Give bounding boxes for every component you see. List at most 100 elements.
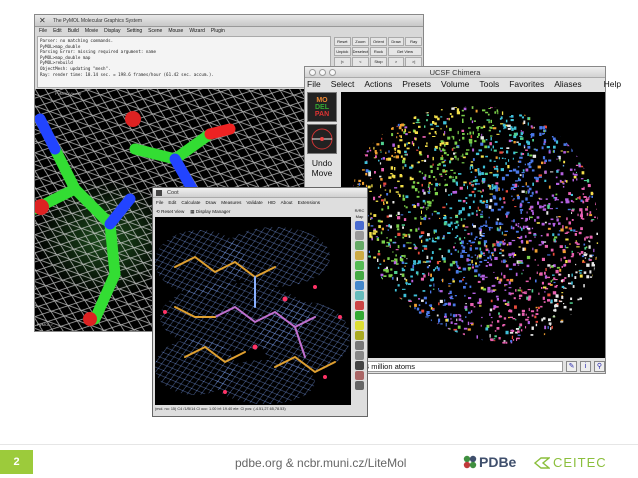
coot-titlebar: Coot	[153, 188, 367, 198]
source-credit: pdbe.org & ncbr.muni.cz/LiteMol	[235, 456, 407, 470]
undo-move-button[interactable]: Undo Move	[307, 156, 337, 178]
magnify-icon[interactable]: ⚲	[594, 360, 605, 372]
coot-menu-hid[interactable]: HID	[268, 198, 276, 207]
coot-density-render	[155, 217, 351, 405]
refine-tool-icon[interactable]	[355, 221, 364, 230]
pymol-menu-display[interactable]: Display	[104, 27, 120, 36]
coot-menu-draw[interactable]: Draw	[205, 198, 216, 207]
regularize-tool-icon[interactable]	[355, 231, 364, 240]
undo-label: Undo	[311, 158, 333, 168]
coot-title: Coot	[167, 190, 179, 196]
pdbe-logo-icon	[463, 455, 477, 469]
pymol-titlebar: ✕ The PyMOL Molecular Graphics System	[35, 15, 423, 27]
add-residue-tool-icon[interactable]	[355, 271, 364, 280]
coot-menu-calculate[interactable]: Calculate	[181, 198, 200, 207]
draw-button[interactable]: Draw	[387, 37, 405, 47]
console-line: Ray: render time: 18.14 sec. = 198.6 fra…	[40, 71, 214, 77]
pymol-menu-movie[interactable]: Movie	[85, 27, 98, 36]
chimera-menubar: File Select Actions Presets Volume Tools…	[305, 78, 621, 91]
map-label: Map	[355, 214, 364, 219]
deselect-button[interactable]: Deselect	[351, 47, 370, 57]
zoom-button[interactable]: Zoom	[351, 37, 370, 47]
display-manager-label: Display Manager	[195, 209, 231, 214]
chimera-3d-viewport[interactable]	[341, 92, 605, 358]
sphere-tool-icon[interactable]	[355, 341, 364, 350]
radiation-tool-icon[interactable]	[355, 331, 364, 340]
reset-view-label: Reset View	[161, 209, 185, 214]
command-line-icon[interactable]: ✎	[566, 360, 577, 372]
chimera-title: UCSF Chimera	[429, 68, 481, 77]
info-icon[interactable]: i	[580, 360, 591, 372]
pymol-menubar: File Edit Build Movie Display Setting Sc…	[35, 27, 333, 36]
coot-statusbar: (mol. no: 15) C4 /1/B/14 Cl occ: 1.00 bf…	[155, 407, 286, 411]
chimera-menu-help[interactable]: Help	[604, 78, 621, 91]
coot-menu-file[interactable]: File	[156, 198, 163, 207]
ceitec-logo-icon	[534, 456, 550, 469]
mutate-tool-icon[interactable]	[355, 261, 364, 270]
brush-tool-icon[interactable]	[355, 351, 364, 360]
delete-tool-icon[interactable]	[355, 361, 364, 370]
chimera-menu-volume[interactable]: Volume	[441, 78, 469, 91]
chimera-menu-aliases[interactable]: Aliases	[554, 78, 581, 91]
pymol-menu-plugin[interactable]: Plugin	[211, 27, 225, 36]
chimera-menu-select[interactable]: Select	[331, 78, 355, 91]
zoom-window-icon[interactable]	[329, 69, 336, 76]
eraser-tool-icon[interactable]	[355, 371, 364, 380]
modeller-letters-pan: PAN	[314, 110, 330, 118]
structure-tool-button[interactable]	[307, 124, 337, 154]
modeller-tool-button[interactable]: MO DEL PAN	[307, 92, 337, 122]
rotate-tool-icon[interactable]	[355, 241, 364, 250]
water-tool-icon[interactable]	[355, 301, 364, 310]
chimera-menu-tools[interactable]: Tools	[479, 78, 499, 91]
pymol-menu-mouse[interactable]: Mouse	[168, 27, 183, 36]
get-view-button[interactable]: Get View	[387, 47, 422, 57]
pymol-console[interactable]: Parser: no matching commands. PyMOL>map_…	[37, 36, 331, 88]
pdbe-logo: PDBe	[463, 454, 516, 470]
pymol-menu-file[interactable]: File	[39, 27, 47, 36]
display-manager-button[interactable]: ▦ Display Manager	[190, 207, 230, 217]
fit-tool-icon[interactable]	[355, 251, 364, 260]
pymol-menu-wizard[interactable]: Wizard	[189, 27, 205, 36]
coot-menu-validate[interactable]: Validate	[246, 198, 262, 207]
minimize-window-icon[interactable]	[319, 69, 326, 76]
pymol-viewer-label: PyMOL Viewer	[55, 91, 82, 96]
pdbe-logo-text: PDBe	[479, 454, 517, 470]
ray-button[interactable]: Ray	[405, 37, 422, 47]
footer-divider	[0, 444, 638, 445]
coot-toolbar: ⟲ Reset View ▦ Display Manager	[153, 207, 367, 217]
coot-menu-about[interactable]: About	[281, 198, 293, 207]
orient-button[interactable]: Orient	[370, 37, 387, 47]
pymol-menu-setting[interactable]: Setting	[127, 27, 143, 36]
pymol-menu-edit[interactable]: Edit	[53, 27, 62, 36]
chimera-menu-file[interactable]: File	[307, 78, 321, 91]
chimera-menu-actions[interactable]: Actions	[364, 78, 392, 91]
chimera-menu-favorites[interactable]: Favorites	[509, 78, 544, 91]
pymol-app-icon: ✕	[39, 16, 46, 25]
warning-tool-icon[interactable]	[355, 321, 364, 330]
coot-side-toolbar: R/RC Map	[352, 208, 367, 406]
coot-menu-edit[interactable]: Edit	[168, 198, 176, 207]
reset-view-button[interactable]: ⟲ Reset View	[156, 207, 184, 217]
pymol-title: The PyMOL Molecular Graphics System	[53, 18, 143, 24]
coot-app-icon	[156, 190, 162, 196]
ceitec-logo-text: CEITEC	[553, 455, 607, 470]
rock-button[interactable]: Rock	[370, 47, 387, 57]
unpick-button[interactable]: Unpick	[334, 47, 351, 57]
coot-menu-extensions[interactable]: Extensions	[298, 198, 320, 207]
coot-window: Coot File Edit Calculate Draw Measures V…	[152, 187, 368, 417]
reset-button[interactable]: Reset	[334, 37, 351, 47]
undo-tool-icon[interactable]	[355, 381, 364, 390]
close-window-icon[interactable]	[309, 69, 316, 76]
pymol-menu-scene[interactable]: Scene	[148, 27, 162, 36]
pymol-prompt[interactable]: PyMOL>_	[37, 322, 55, 327]
coot-3d-viewport[interactable]	[155, 217, 351, 405]
pepflip-tool-icon[interactable]	[355, 291, 364, 300]
coot-menu-measures[interactable]: Measures	[221, 198, 241, 207]
chimera-titlebar: UCSF Chimera	[305, 67, 605, 78]
pymol-menu-build[interactable]: Build	[68, 27, 79, 36]
chimera-menu-presets[interactable]: Presets	[402, 78, 431, 91]
flip-tool-icon[interactable]	[355, 281, 364, 290]
modeller-letters-mo: MO	[316, 96, 328, 104]
ligand-tool-icon[interactable]	[355, 311, 364, 320]
slide-number: 2	[0, 450, 33, 474]
